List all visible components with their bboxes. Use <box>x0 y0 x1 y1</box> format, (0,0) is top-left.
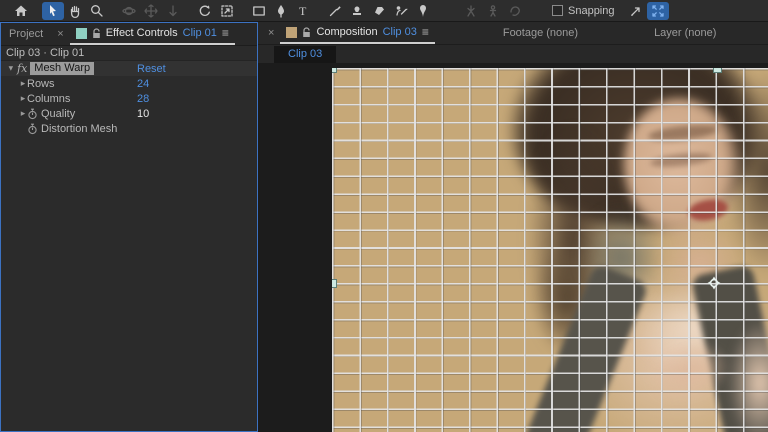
tab-project[interactable]: Project <box>1 28 51 40</box>
puppet-pin-tool-icon[interactable] <box>412 2 434 20</box>
tab-composition-target: Clip 03 <box>383 26 417 38</box>
tab-effect-controls-label: Effect Controls <box>106 27 178 39</box>
right-panel-tabstrip: × Composition Clip 03 ≡ Footage (none) L… <box>258 22 768 45</box>
puppet-advanced-pin-tool-icon <box>482 2 504 20</box>
clone-stamp-tool-icon[interactable] <box>346 2 368 20</box>
prop-value[interactable]: 24 <box>137 78 149 90</box>
effect-controls-panel: Project × Effect Controls Clip 01 ≡ Clip… <box>0 22 258 432</box>
twirl-right-icon[interactable]: ▸ <box>19 78 27 89</box>
tab-footage[interactable]: Footage (none) <box>495 27 586 39</box>
tab-effect-controls-target: Clip 01 <box>183 27 217 39</box>
tab-composition[interactable]: Composition Clip 03 ≡ <box>280 22 434 44</box>
selection-tool-icon[interactable] <box>42 2 64 20</box>
lock-icon[interactable] <box>302 27 311 38</box>
prop-label: Distortion Mesh <box>41 123 117 135</box>
home-icon[interactable] <box>10 2 32 20</box>
twirl-spacer <box>19 124 27 134</box>
toolbar: T Snapping <box>0 0 768 22</box>
brush-tool-icon[interactable] <box>324 2 346 20</box>
lock-icon[interactable] <box>92 28 101 39</box>
breadcrumb: Clip 03 · Clip 01 <box>1 46 257 61</box>
twirl-down-icon[interactable]: ▸ <box>6 65 17 73</box>
puppet-bend-pin-tool-icon <box>460 2 482 20</box>
orbit-camera-tool-icon <box>118 2 140 20</box>
viewer-subtabs: Clip 03 <box>258 45 768 63</box>
roto-brush-tool-icon[interactable] <box>390 2 412 20</box>
layer-handle-top-left[interactable] <box>332 68 337 73</box>
comp-color-chip <box>286 27 297 38</box>
layer-anchor-point[interactable] <box>706 275 722 291</box>
label-color-chip <box>76 28 87 39</box>
mesh-warp-grid[interactable] <box>332 68 768 432</box>
stopwatch-icon[interactable] <box>27 123 38 135</box>
hand-tool-icon[interactable] <box>64 2 86 20</box>
twirl-right-icon[interactable]: ▸ <box>19 108 27 119</box>
tab-layer[interactable]: Layer (none) <box>646 27 724 39</box>
prop-value[interactable]: 10 <box>137 108 149 120</box>
prop-label: Rows <box>27 78 55 90</box>
prop-row-rows[interactable]: ▸ Rows 24 <box>1 76 257 91</box>
rectangle-tool-icon[interactable] <box>248 2 270 20</box>
eraser-tool-icon[interactable] <box>368 2 390 20</box>
pen-tool-icon[interactable] <box>270 2 292 20</box>
stopwatch-icon[interactable] <box>27 108 38 120</box>
snapping-checkbox[interactable] <box>552 5 563 16</box>
pan-camera-tool-icon <box>140 2 162 20</box>
svg-text:T: T <box>299 4 307 18</box>
composition-panel: × Composition Clip 03 ≡ Footage (none) L… <box>258 22 768 432</box>
snapping-label: Snapping <box>568 5 615 17</box>
prop-label: Quality <box>41 108 75 120</box>
twirl-right-icon[interactable]: ▸ <box>19 93 27 104</box>
pan-behind-anchor-tool-icon[interactable] <box>216 2 238 20</box>
prop-row-distortion-mesh[interactable]: Distortion Mesh <box>1 121 257 136</box>
layer-handle-mid-left[interactable] <box>332 279 337 288</box>
effect-name[interactable]: Mesh Warp <box>30 62 94 75</box>
tab-composition-label: Composition <box>316 26 377 38</box>
layer-handle-top-center[interactable] <box>713 68 722 73</box>
fx-badge-icon: fx <box>17 62 27 75</box>
panel-menu-icon[interactable]: ≡ <box>422 25 429 39</box>
panel-menu-icon[interactable]: ≡ <box>222 26 229 40</box>
snapping-control[interactable]: Snapping <box>552 5 615 17</box>
composition-viewer[interactable] <box>258 63 768 432</box>
composition-frame[interactable] <box>332 68 768 432</box>
prop-row-columns[interactable]: ▸ Columns 28 <box>1 91 257 106</box>
prop-row-quality[interactable]: ▸ Quality 10 <box>1 106 257 121</box>
tab-close-icon[interactable]: × <box>262 27 280 39</box>
shape-cursor-icon[interactable] <box>625 2 647 20</box>
prop-value[interactable]: 28 <box>137 93 149 105</box>
left-panel-tabstrip: Project × Effect Controls Clip 01 ≡ <box>1 23 257 46</box>
tab-effect-controls[interactable]: Effect Controls Clip 01 ≡ <box>70 23 235 45</box>
reset-link[interactable]: Reset <box>137 63 166 75</box>
zoom-tool-icon[interactable] <box>86 2 108 20</box>
after-effects-window: T Snapping <box>0 0 768 432</box>
expand-mesh-icon[interactable] <box>647 2 669 20</box>
dolly-camera-tool-icon <box>162 2 184 20</box>
puppet-overlap-pin-tool-icon <box>504 2 526 20</box>
rotation-tool-icon[interactable] <box>194 2 216 20</box>
prop-label: Columns <box>27 93 70 105</box>
viewer-tab-clip-03[interactable]: Clip 03 <box>274 46 336 63</box>
effect-header-row[interactable]: ▸ fx Mesh Warp Reset <box>1 61 257 76</box>
type-tool-icon[interactable]: T <box>292 2 314 20</box>
tab-close-icon[interactable]: × <box>51 28 69 40</box>
